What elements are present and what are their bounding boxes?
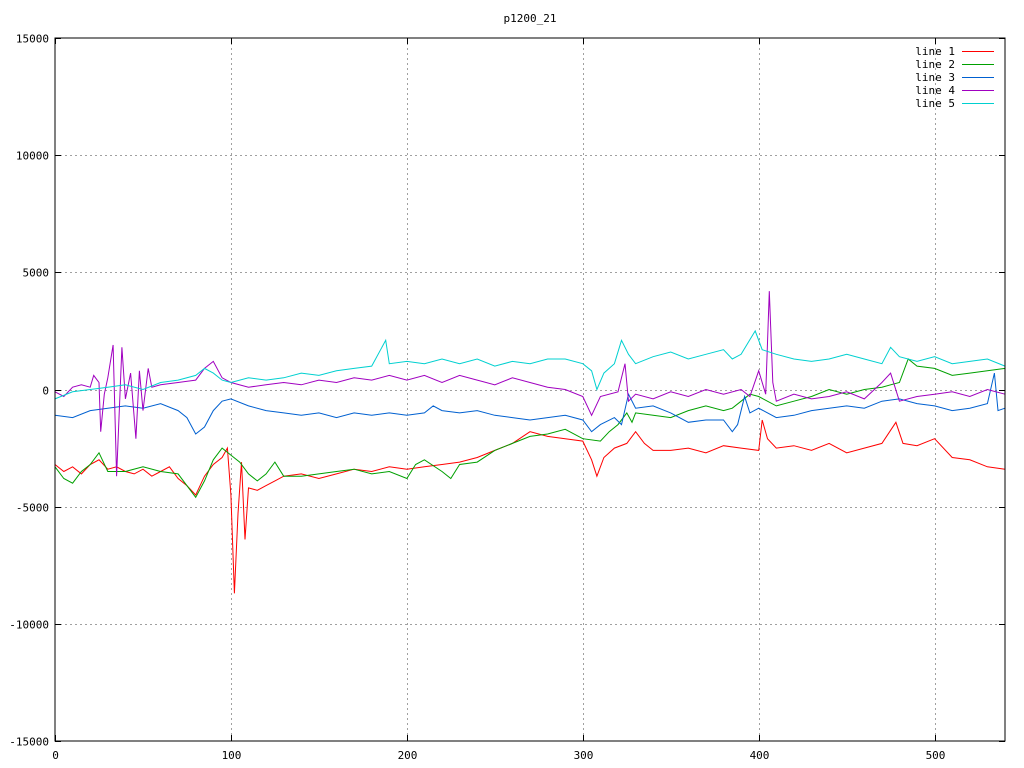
y-tick-label: 15000 [16, 33, 49, 46]
y-tick-label: 10000 [16, 150, 49, 163]
series-line-5 [54, 329, 1006, 400]
legend-label: line 4 [915, 84, 955, 97]
legend-item-1: line 1 [915, 45, 994, 58]
x-tick-label: 400 [750, 749, 770, 762]
legend-label: line 1 [915, 45, 955, 58]
legend-item-5: line 5 [915, 97, 994, 110]
y-tick-label: -5000 [16, 502, 49, 515]
legend: line 1line 2line 3line 4line 5 [915, 45, 994, 110]
legend-label: line 2 [915, 58, 955, 71]
legend-item-2: line 2 [915, 58, 994, 71]
x-tick-label: 500 [926, 749, 946, 762]
legend-item-4: line 4 [915, 84, 994, 97]
y-tick-label: -10000 [9, 619, 49, 632]
legend-label: line 3 [915, 71, 955, 84]
y-tick-label: -15000 [9, 736, 49, 749]
axes: -15000 -10000 -5000 0 5000 10000 15000 0 100 200 3… [9, 33, 1005, 762]
legend-label: line 5 [915, 97, 955, 110]
x-tick-label: 0 [52, 749, 59, 762]
series-group [54, 291, 1006, 594]
y-tick-label: 0 [42, 385, 49, 398]
series-line-1 [54, 419, 1006, 594]
series-line-2 [54, 358, 1006, 499]
legend-item-3: line 3 [915, 71, 994, 84]
chart: -15000 -10000 -5000 0 5000 10000 15000 0 100 200 3… [9, 12, 1006, 762]
x-tick-label: 300 [574, 749, 594, 762]
x-tick-label: 200 [398, 749, 418, 762]
chart-title: p1200_21 [504, 12, 557, 25]
x-tick-label: 100 [222, 749, 242, 762]
y-tick-label: 5000 [23, 267, 50, 280]
